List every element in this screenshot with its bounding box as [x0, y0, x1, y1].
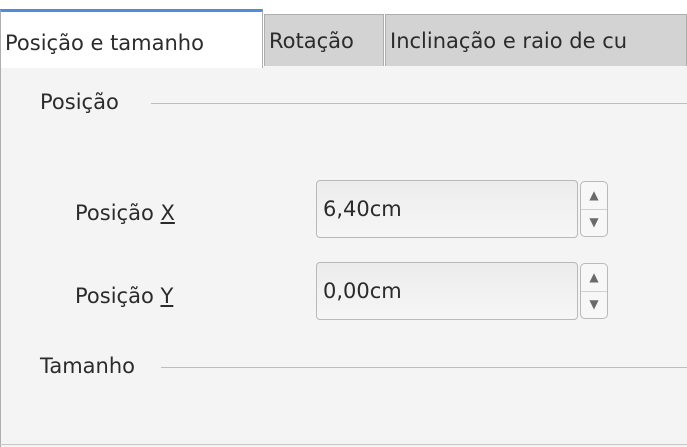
- chevron-up-icon[interactable]: ▲: [581, 264, 607, 292]
- position-x-spin-buttons: ▲ ▼: [580, 181, 608, 237]
- size-section-title: Tamanho: [40, 354, 144, 378]
- tab-slant-and-corner-radius[interactable]: Inclinação e raio de cu: [385, 14, 687, 66]
- tab-rotation[interactable]: Rotação: [264, 14, 384, 66]
- position-y-label: Posição Y: [75, 284, 173, 308]
- position-section-title: Posição: [40, 90, 127, 114]
- tab-label: Posição e tamanho: [5, 31, 204, 55]
- chevron-down-icon[interactable]: ▼: [581, 209, 607, 236]
- tab-position-and-size[interactable]: Posição e tamanho: [0, 9, 263, 68]
- tab-panel: Posição Posição X 6,40cm ▲ ▼ Posição Y 0…: [0, 66, 687, 447]
- position-x-label: Posição X: [75, 201, 175, 225]
- tab-label: Inclinação e raio de cu: [390, 29, 628, 53]
- position-y-label-text: Posição: [75, 284, 161, 308]
- section-divider: [161, 367, 687, 368]
- panel-bottom-border: [0, 444, 687, 445]
- position-y-input[interactable]: 0,00cm: [316, 262, 578, 320]
- position-x-mnemonic: X: [160, 201, 175, 225]
- position-y-spin-buttons: ▲ ▼: [580, 263, 608, 319]
- chevron-up-icon[interactable]: ▲: [581, 182, 607, 210]
- position-x-label-text: Posição: [75, 201, 161, 225]
- tab-bar: Posição e tamanho Rotação Inclinação e r…: [0, 0, 687, 68]
- section-divider: [151, 103, 687, 104]
- position-y-spinbox: 0,00cm ▲ ▼: [316, 262, 608, 322]
- chevron-down-icon[interactable]: ▼: [581, 291, 607, 318]
- position-x-input[interactable]: 6,40cm: [316, 180, 578, 238]
- position-x-spinbox: 6,40cm ▲ ▼: [316, 180, 608, 240]
- position-y-mnemonic: Y: [160, 284, 174, 308]
- tab-label: Rotação: [269, 29, 354, 53]
